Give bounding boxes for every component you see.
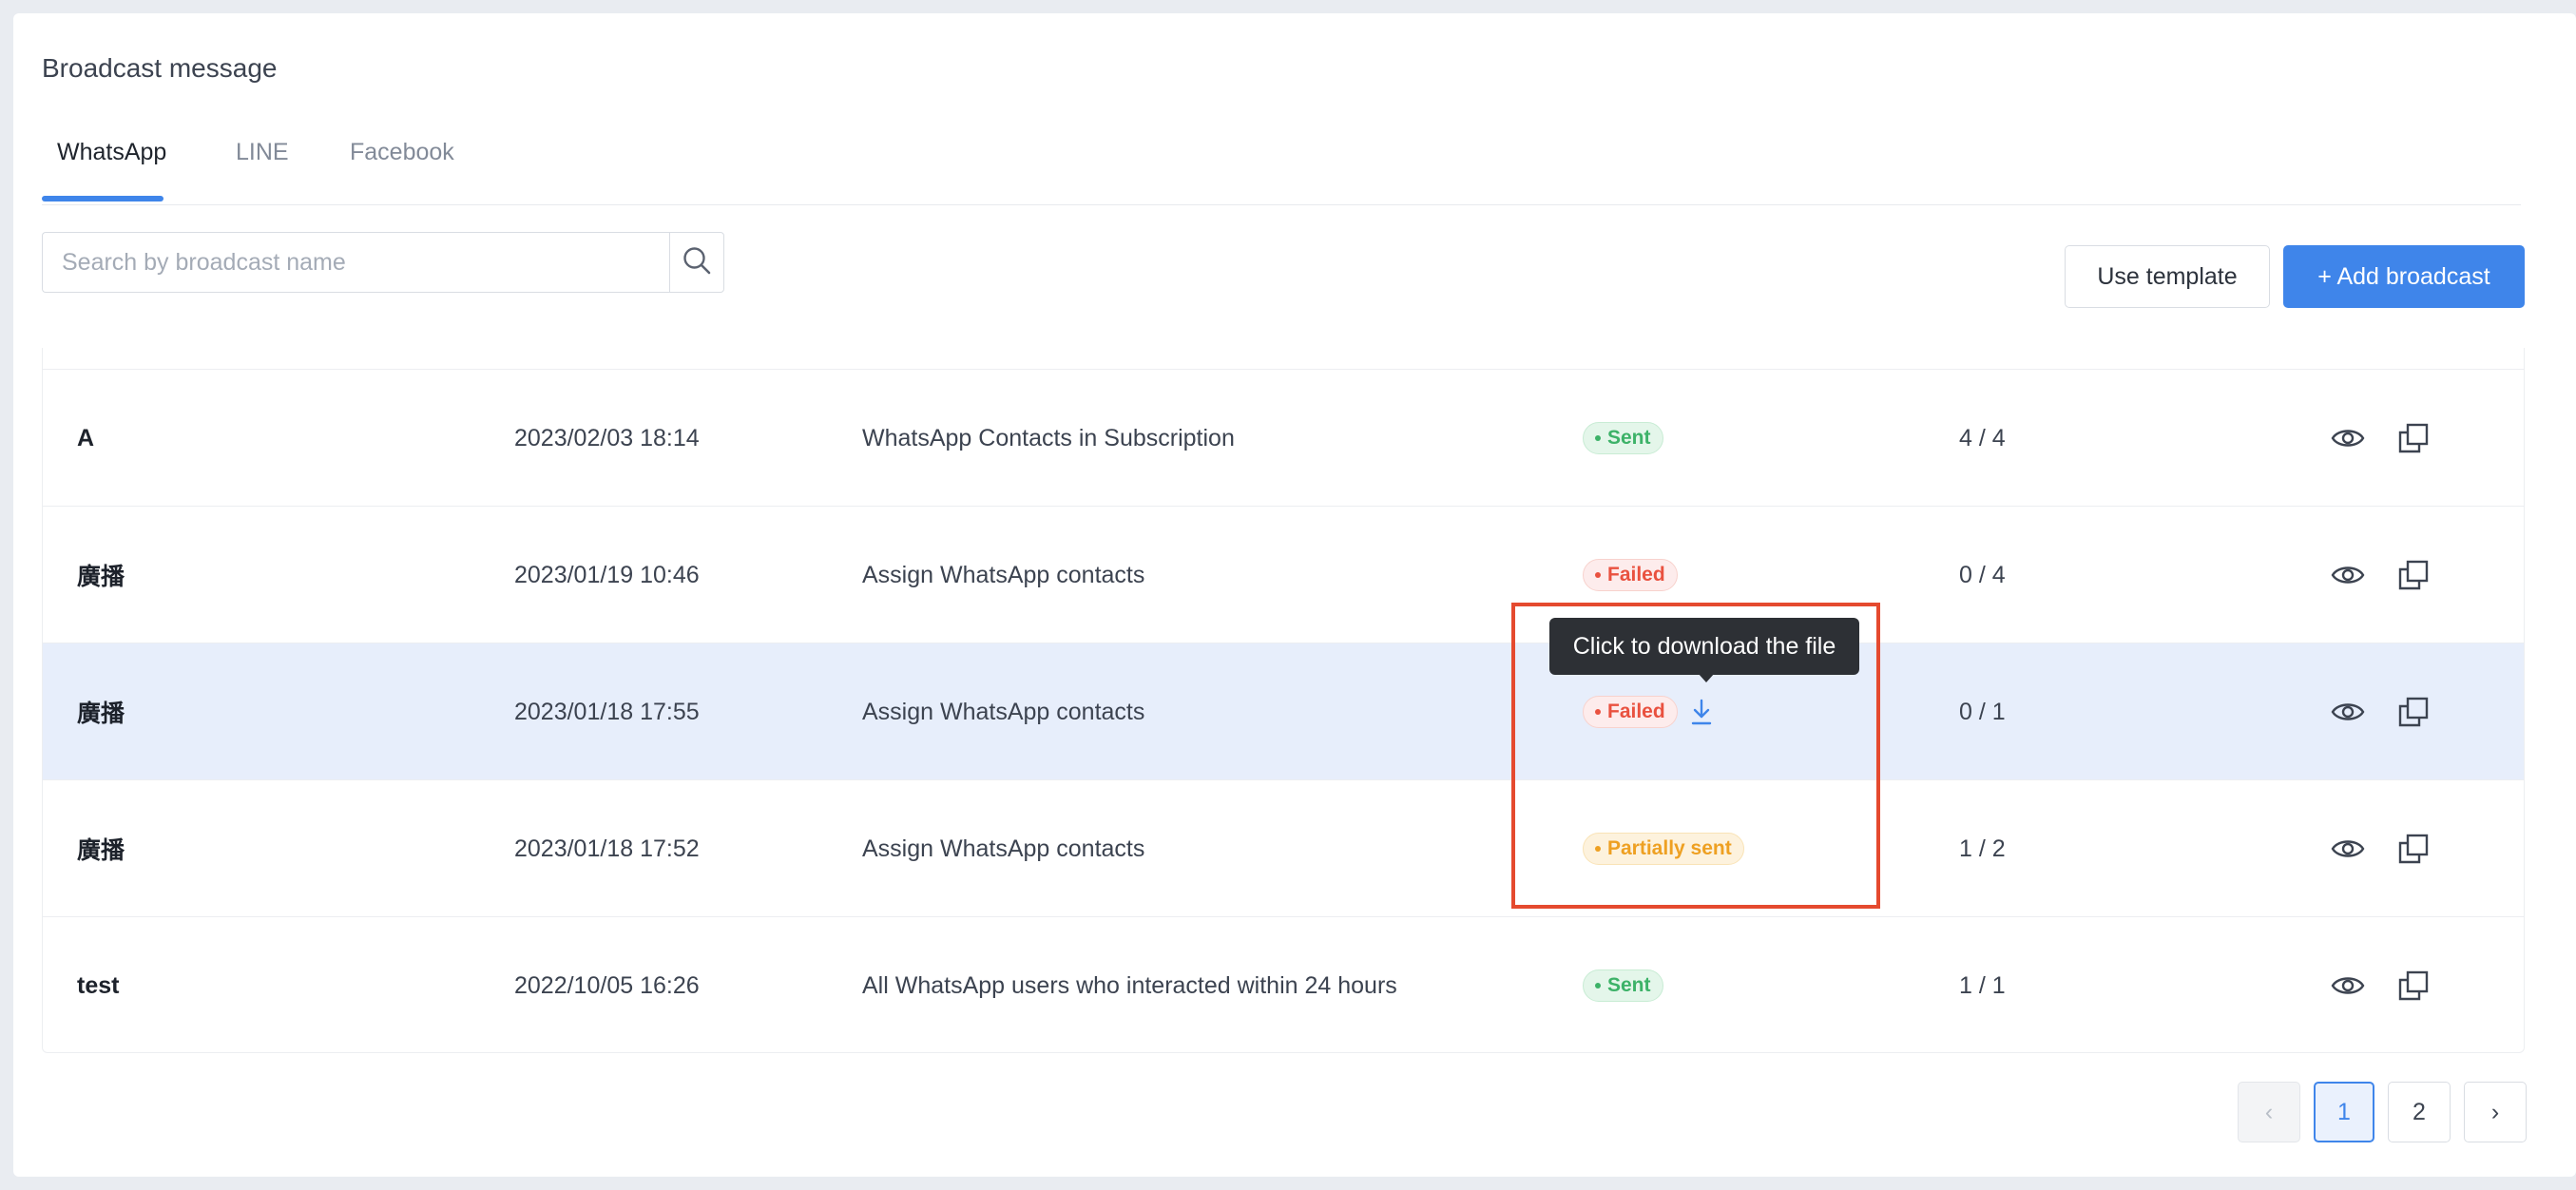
status-label: Sent bbox=[1607, 974, 1651, 996]
status-badge: Partially sent bbox=[1583, 833, 1744, 865]
broadcast-name: 廣播 bbox=[77, 701, 125, 727]
download-tooltip: Click to download the file bbox=[1549, 618, 1859, 675]
status-badge: Sent bbox=[1583, 422, 1663, 454]
eye-icon[interactable] bbox=[2330, 420, 2366, 456]
copy-icon[interactable] bbox=[2396, 832, 2431, 866]
broadcast-name: A bbox=[77, 424, 95, 451]
table-row[interactable]: test 2022/10/05 16:26 All WhatsApp users… bbox=[43, 917, 2524, 1054]
broadcast-name: 廣播 bbox=[77, 837, 125, 864]
delivery-count: 4 / 4 bbox=[1959, 424, 2006, 451]
search-button[interactable] bbox=[669, 232, 724, 293]
eye-icon[interactable] bbox=[2330, 831, 2366, 867]
delivery-count: 1 / 1 bbox=[1959, 971, 2006, 999]
row-actions bbox=[2330, 780, 2431, 917]
table-row[interactable]: 廣播 2023/01/19 10:46 Assign WhatsApp cont… bbox=[43, 507, 2524, 643]
status-badge: Failed bbox=[1583, 696, 1678, 728]
download-icon[interactable] bbox=[1689, 698, 1714, 726]
delivery-count: 1 / 2 bbox=[1959, 835, 2006, 862]
broadcast-date: 2023/01/19 10:46 bbox=[514, 561, 700, 588]
channel-tabs: WhatsApp LINE Facebook bbox=[42, 125, 2521, 205]
row-actions bbox=[2330, 917, 2431, 1054]
table-row[interactable]: 廣播 2023/01/18 17:52 Assign WhatsApp cont… bbox=[43, 780, 2524, 917]
status-label: Sent bbox=[1607, 427, 1651, 449]
broadcast-audience: Assign WhatsApp contacts bbox=[862, 698, 1145, 725]
active-tab-indicator bbox=[42, 196, 163, 202]
delivery-count: 0 / 4 bbox=[1959, 561, 2006, 588]
table-row[interactable]: A 2023/02/03 18:14 WhatsApp Contacts in … bbox=[43, 370, 2524, 507]
status-badge: Sent bbox=[1583, 969, 1663, 1002]
next-page-button[interactable]: › bbox=[2464, 1082, 2527, 1142]
row-actions bbox=[2330, 507, 2431, 643]
broadcast-audience: WhatsApp Contacts in Subscription bbox=[862, 424, 1235, 451]
copy-icon[interactable] bbox=[2396, 421, 2431, 455]
add-broadcast-button[interactable]: + Add broadcast bbox=[2283, 245, 2525, 308]
search-bar bbox=[42, 232, 724, 293]
broadcast-audience: Assign WhatsApp contacts bbox=[862, 561, 1145, 588]
row-actions bbox=[2330, 370, 2431, 507]
broadcast-table: A 2023/02/03 18:14 WhatsApp Contacts in … bbox=[42, 348, 2525, 1053]
tooltip-arrow bbox=[1698, 673, 1715, 682]
broadcast-name: test bbox=[77, 971, 120, 999]
eye-icon[interactable] bbox=[2330, 557, 2366, 593]
broadcast-audience: All WhatsApp users who interacted within… bbox=[862, 971, 1397, 999]
broadcast-date: 2023/02/03 18:14 bbox=[514, 424, 700, 451]
broadcast-name: 廣播 bbox=[77, 564, 125, 590]
page-title: Broadcast message bbox=[42, 53, 278, 83]
eye-icon[interactable] bbox=[2330, 968, 2366, 1004]
broadcast-date: 2022/10/05 16:26 bbox=[514, 971, 700, 999]
table-row[interactable]: 廣播 2023/01/18 17:55 Assign WhatsApp cont… bbox=[43, 643, 2524, 780]
tab-whatsapp[interactable]: WhatsApp bbox=[57, 133, 166, 171]
broadcast-date: 2023/01/18 17:52 bbox=[514, 835, 700, 862]
tab-facebook[interactable]: Facebook bbox=[350, 133, 454, 171]
status-label: Failed bbox=[1607, 701, 1665, 722]
page-2-button[interactable]: 2 bbox=[2388, 1082, 2451, 1142]
delivery-count: 0 / 1 bbox=[1959, 698, 2006, 725]
status-label: Partially sent bbox=[1607, 837, 1732, 859]
page-1-button[interactable]: 1 bbox=[2314, 1082, 2374, 1142]
broadcast-date: 2023/01/18 17:55 bbox=[514, 698, 700, 725]
copy-icon[interactable] bbox=[2396, 558, 2431, 592]
prev-page-button[interactable]: ‹ bbox=[2238, 1082, 2300, 1142]
row-actions bbox=[2330, 643, 2431, 780]
copy-icon[interactable] bbox=[2396, 969, 2431, 1003]
status-cell: Sent bbox=[1583, 917, 1663, 1054]
broadcast-audience: Assign WhatsApp contacts bbox=[862, 835, 1145, 862]
status-cell: Partially sent bbox=[1583, 780, 1744, 917]
use-template-button[interactable]: Use template bbox=[2065, 245, 2270, 308]
status-badge: Failed bbox=[1583, 559, 1678, 591]
status-label: Failed bbox=[1607, 564, 1665, 585]
eye-icon[interactable] bbox=[2330, 694, 2366, 730]
search-icon bbox=[682, 245, 712, 280]
status-cell: Sent bbox=[1583, 370, 1663, 507]
tab-line[interactable]: LINE bbox=[236, 133, 289, 171]
search-input[interactable] bbox=[42, 232, 669, 293]
copy-icon[interactable] bbox=[2396, 695, 2431, 729]
